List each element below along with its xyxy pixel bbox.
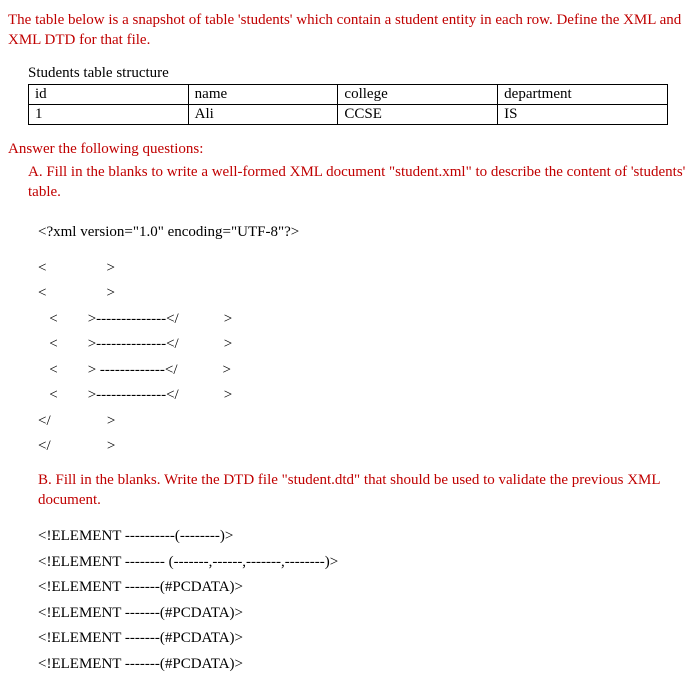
- xml-line: </ >: [38, 434, 692, 460]
- dtd-line: <!ELEMENT -------(#PCDATA)>: [38, 652, 692, 678]
- dtd-line: <!ELEMENT -------(#PCDATA)>: [38, 626, 692, 652]
- header-college: college: [338, 84, 498, 104]
- xml-line: < > -------------</ >: [38, 358, 692, 384]
- dtd-line: <!ELEMENT -------- (-------,------,-----…: [38, 550, 692, 576]
- cell-college: CCSE: [338, 104, 498, 124]
- xml-fill-area: <?xml version="1.0" encoding="UTF-8"?> <…: [38, 220, 692, 460]
- question-a: A. Fill in the blanks to write a well-fo…: [28, 162, 692, 203]
- answer-heading: Answer the following questions:: [8, 141, 692, 158]
- xml-line: < >--------------</ >: [38, 332, 692, 358]
- dtd-line: <!ELEMENT ----------(--------)>: [38, 524, 692, 550]
- header-id: id: [29, 84, 189, 104]
- xml-line: < >--------------</ >: [38, 307, 692, 333]
- cell-name: Ali: [188, 104, 338, 124]
- table-row: id name college department: [29, 84, 668, 104]
- cell-id: 1: [29, 104, 189, 124]
- table-title: Students table structure: [28, 65, 692, 82]
- xml-line: < >: [38, 256, 692, 282]
- intro-text: The table below is a snapshot of table '…: [8, 10, 692, 51]
- xml-declaration: <?xml version="1.0" encoding="UTF-8"?>: [38, 220, 692, 246]
- table-row: 1 Ali CCSE IS: [29, 104, 668, 124]
- xml-line: </ >: [38, 409, 692, 435]
- question-b: B. Fill in the blanks. Write the DTD fil…: [38, 470, 692, 511]
- header-name: name: [188, 84, 338, 104]
- cell-department: IS: [498, 104, 668, 124]
- dtd-line: <!ELEMENT -------(#PCDATA)>: [38, 575, 692, 601]
- dtd-fill-area: <!ELEMENT ----------(--------)> <!ELEMEN…: [38, 524, 692, 677]
- xml-line: < >: [38, 281, 692, 307]
- header-department: department: [498, 84, 668, 104]
- students-table: id name college department 1 Ali CCSE IS: [28, 84, 668, 125]
- dtd-line: <!ELEMENT -------(#PCDATA)>: [38, 601, 692, 627]
- xml-line: < >--------------</ >: [38, 383, 692, 409]
